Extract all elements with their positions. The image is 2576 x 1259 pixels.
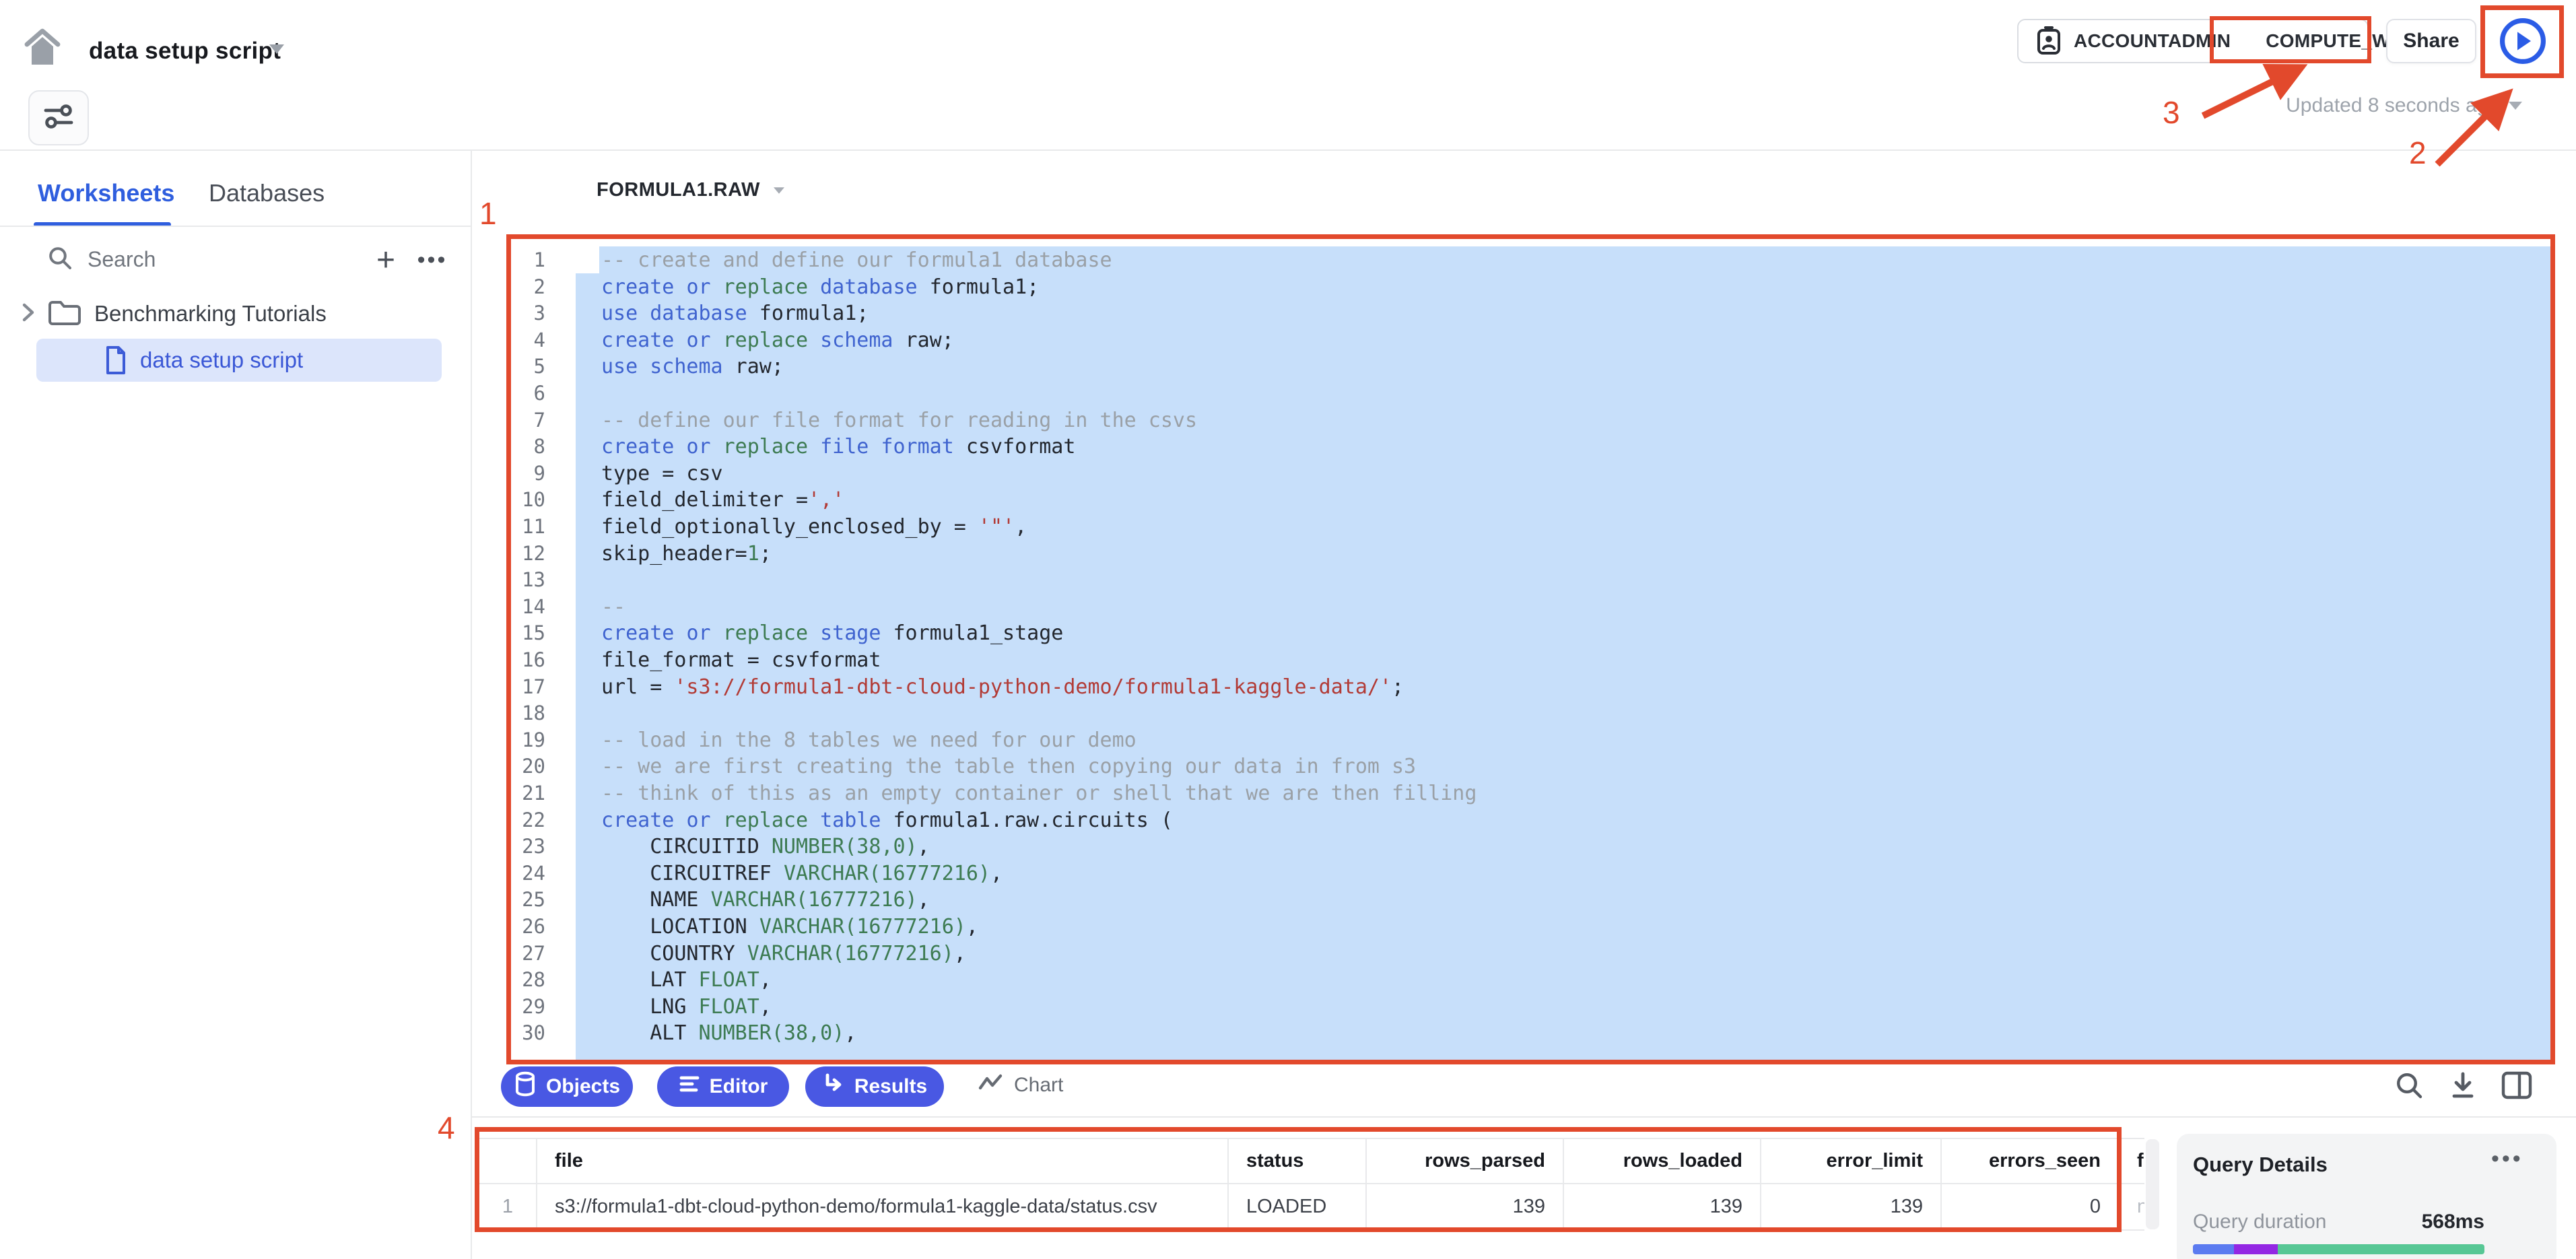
search-results-button[interactable] (2392, 1069, 2427, 1104)
table-cell: n (2120, 1184, 2144, 1231)
tab-databases[interactable]: Databases (209, 179, 325, 207)
annotation-box-1 (506, 234, 2555, 1064)
updated-status[interactable]: Updated 8 seconds ago (2276, 94, 2522, 117)
lines-icon (679, 1074, 700, 1099)
query-details-title: Query Details (2193, 1153, 2328, 1177)
annotation-label-2: 2 (2409, 135, 2427, 171)
sliders-icon (43, 102, 74, 134)
sidebar-item-worksheet-selected[interactable]: data setup script (36, 339, 442, 382)
share-button[interactable]: Share (2386, 19, 2476, 63)
folder-icon (47, 298, 82, 330)
sidebar-divider (471, 151, 472, 1259)
duration-bar-segment (2193, 1244, 2234, 1254)
annotation-box-4 (475, 1127, 2122, 1232)
chart-button[interactable]: Chart (978, 1072, 1063, 1099)
table-scrollbar[interactable] (2146, 1139, 2159, 1229)
objects-label: Objects (546, 1075, 620, 1098)
tabs-divider (0, 226, 471, 227)
page-title: data setup script (89, 38, 281, 65)
header-divider (0, 149, 2576, 151)
annotation-label-4: 4 (438, 1110, 455, 1146)
columns-icon (2501, 1070, 2533, 1103)
context-selector[interactable]: FORMULA1.RAW (597, 179, 786, 201)
filters-button[interactable] (28, 90, 89, 145)
database-icon (514, 1071, 537, 1102)
chart-label: Chart (1014, 1074, 1063, 1097)
folder-label: Benchmarking Tutorials (94, 301, 327, 327)
search-icon (47, 245, 73, 274)
search-icon (2394, 1070, 2425, 1104)
user-badge-icon (2036, 26, 2062, 56)
query-duration-value: 568ms (2193, 1211, 2484, 1233)
results-label: Results (854, 1075, 927, 1098)
download-results-button[interactable] (2445, 1069, 2480, 1104)
home-icon[interactable] (24, 28, 61, 72)
worksheet-label: data setup script (140, 347, 303, 373)
annotation-label-1: 1 (479, 195, 497, 232)
chart-line-icon (978, 1072, 1003, 1099)
column-header[interactable]: f (2120, 1138, 2144, 1184)
updated-caret-icon (2509, 102, 2522, 110)
tab-worksheets[interactable]: Worksheets (38, 179, 174, 207)
worksheet-file-icon (104, 345, 128, 376)
new-worksheet-button[interactable]: + (367, 241, 405, 279)
search-placeholder: Search (88, 247, 156, 272)
context-label: FORMULA1.RAW (597, 179, 760, 201)
title-caret-icon[interactable] (269, 44, 284, 54)
annotation-box-3 (2210, 16, 2371, 63)
app-window: data setup script ACCOUNTADMIN COMPUTE_W… (0, 0, 2576, 1259)
query-duration-bar (2193, 1244, 2484, 1254)
results-divider (471, 1116, 2576, 1118)
annotation-label-3: 3 (2163, 94, 2180, 131)
query-details-menu-button[interactable]: ••• (2491, 1146, 2523, 1172)
editor-label: Editor (710, 1075, 768, 1098)
sidebar-more-button[interactable]: ••• (412, 241, 452, 279)
sidebar-item-folder[interactable]: Benchmarking Tutorials (20, 295, 458, 333)
role-label: ACCOUNTADMIN (2074, 30, 2231, 52)
duration-bar-segment (2234, 1244, 2278, 1254)
editor-button[interactable]: Editor (657, 1066, 789, 1107)
chevron-right-icon[interactable] (20, 302, 35, 326)
split-panel-button[interactable] (2499, 1069, 2534, 1104)
context-caret-icon (774, 187, 784, 194)
objects-button[interactable]: Objects (501, 1066, 633, 1107)
download-icon (2447, 1070, 2478, 1104)
return-arrow-icon (822, 1073, 845, 1101)
annotation-box-2 (2480, 5, 2564, 78)
results-button[interactable]: Results (805, 1066, 944, 1107)
updated-text: Updated 8 seconds ago (2286, 94, 2499, 117)
duration-bar-segment (2278, 1244, 2484, 1254)
